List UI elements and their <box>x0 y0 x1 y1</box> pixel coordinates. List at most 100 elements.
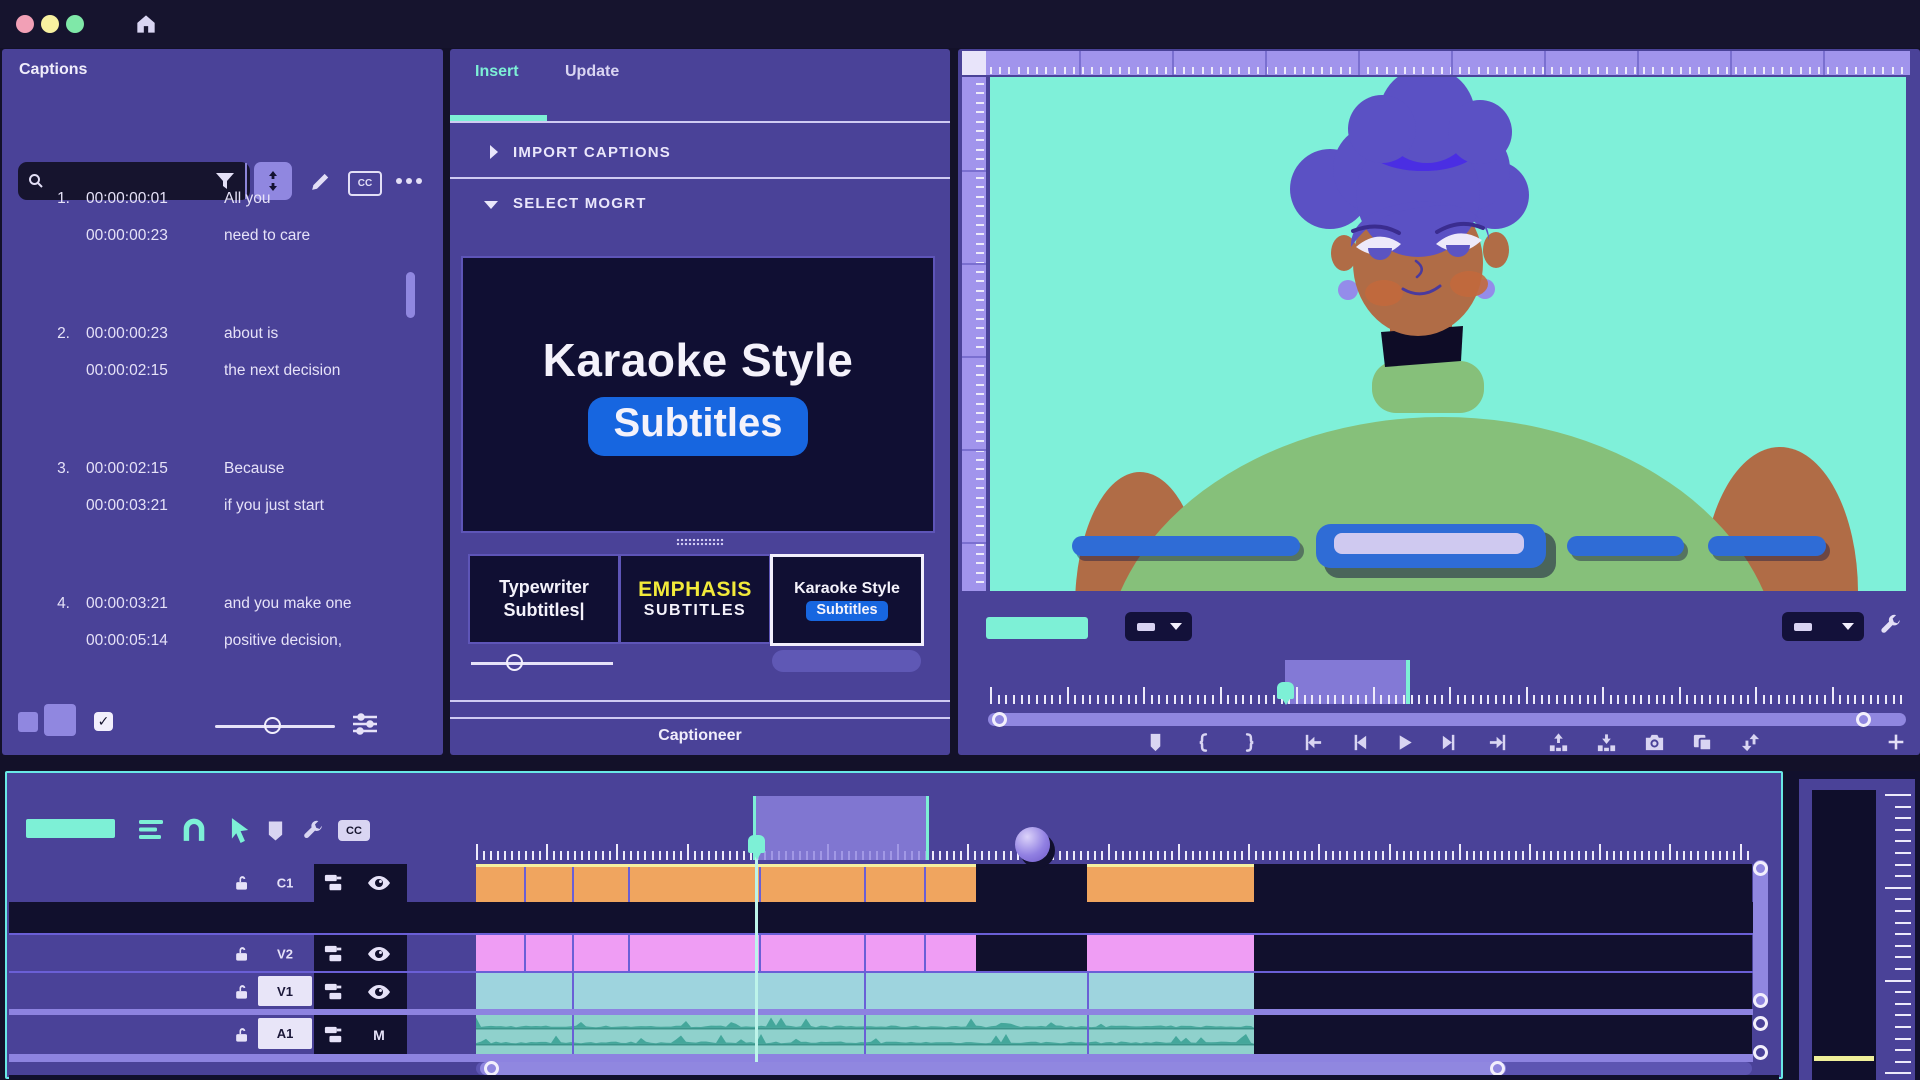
clip-V2[interactable] <box>1087 935 1254 973</box>
display-mode-dropdown[interactable] <box>1782 612 1864 641</box>
clip-divider <box>864 973 866 1011</box>
zoom-button[interactable] <box>66 15 84 33</box>
clip-divider <box>572 867 574 902</box>
playhead-grab-handle[interactable] <box>1015 827 1050 862</box>
clip-A1[interactable] <box>476 1015 1254 1054</box>
playhead-line[interactable] <box>755 845 758 1062</box>
work-area-region[interactable] <box>753 796 929 860</box>
timeline-hscroll-thumb[interactable] <box>480 1062 1506 1075</box>
work-area-end-line[interactable] <box>926 796 929 860</box>
track-label-V1[interactable]: V1 <box>258 976 312 1006</box>
footer-divider-1 <box>450 700 950 702</box>
source-patch-icon[interactable] <box>322 981 346 1003</box>
add-button-icon[interactable] <box>1884 730 1908 754</box>
monitor-mini-timeline[interactable] <box>988 660 1906 704</box>
mogrt-thumbnail-emphasis[interactable]: EMPHASIS SUBTITLES <box>619 554 771 644</box>
caption-settings-sliders-icon[interactable] <box>352 713 378 735</box>
caption-text-line1: Because <box>224 460 284 478</box>
track-label-C1[interactable]: C1 <box>277 876 294 891</box>
track-label-A1[interactable]: A1 <box>258 1018 312 1049</box>
vscroll-bottom-handle[interactable] <box>1753 993 1768 1008</box>
caption-list-scrollbar[interactable] <box>406 272 415 318</box>
caption-size-small-button[interactable] <box>18 712 38 732</box>
lock-icon[interactable] <box>231 1024 253 1046</box>
monitor-scrollbar-right-handle[interactable] <box>1856 712 1871 727</box>
minimize-button[interactable] <box>41 15 59 33</box>
monitor-scrollbar[interactable] <box>988 713 1906 726</box>
playback-resolution-dropdown[interactable] <box>1125 612 1192 641</box>
clip-divider <box>1087 1015 1089 1054</box>
lock-icon[interactable] <box>231 872 253 894</box>
clip-C1[interactable] <box>1087 864 1254 902</box>
clip-C1[interactable] <box>476 864 976 902</box>
export-frame-button[interactable] <box>1642 730 1666 754</box>
lock-icon[interactable] <box>231 943 253 965</box>
clip-V1[interactable] <box>476 973 1254 1011</box>
close-button[interactable] <box>16 15 34 33</box>
track-resize-handle-1[interactable] <box>1753 1016 1768 1031</box>
mark-out-button[interactable] <box>1237 730 1261 754</box>
go-to-out-button[interactable] <box>1486 730 1510 754</box>
mini-ruler-ticks <box>988 660 1906 704</box>
settings-wrench-icon[interactable] <box>1876 612 1904 640</box>
clip-divider <box>759 935 761 973</box>
import-captions-section[interactable]: IMPORT CAPTIONS <box>513 144 671 161</box>
mark-in-icon <box>1192 731 1215 754</box>
tab-update[interactable]: Update <box>565 63 619 81</box>
thumbnail-scrollbar[interactable] <box>772 650 921 672</box>
play-button[interactable] <box>1392 730 1416 754</box>
monitor-scrollbar-left-handle[interactable] <box>992 712 1007 727</box>
audio-meter-scale <box>1883 790 1913 1080</box>
home-icon[interactable] <box>132 10 160 38</box>
clip-divider <box>572 1015 574 1054</box>
hscroll-left-handle[interactable] <box>484 1061 499 1076</box>
vscroll-top-handle[interactable] <box>1753 861 1768 876</box>
tab-insert[interactable]: Insert <box>475 63 519 81</box>
mark-out-icon <box>1238 731 1261 754</box>
premiere-captioneer-window: { "colors": { "accent_teal": "#7DF0D6", … <box>0 0 1920 1080</box>
track-output-eye-icon[interactable] <box>366 872 392 894</box>
lock-icon[interactable] <box>231 981 253 1003</box>
toggle-proxies-button[interactable] <box>1738 730 1762 754</box>
mark-in-button[interactable] <box>1191 730 1215 754</box>
clip-V2[interactable] <box>476 935 976 973</box>
caption-row[interactable]: 2.00:00:00:2300:00:02:15about isthe next… <box>2 325 422 401</box>
caption-zoom-slider-knob[interactable] <box>264 717 281 734</box>
add-marker-button[interactable] <box>1143 730 1167 754</box>
comparison-view-button[interactable] <box>1690 730 1714 754</box>
source-patch-icon[interactable] <box>322 1024 346 1046</box>
clip-divider <box>924 935 926 973</box>
track-row-C1: C1 <box>9 864 1753 902</box>
caption-row[interactable]: 3.00:00:02:1500:00:03:21Becauseif you ju… <box>2 460 422 536</box>
go-to-in-button[interactable] <box>1300 730 1324 754</box>
thumbnail-zoom-slider[interactable] <box>471 662 613 665</box>
source-patch-icon[interactable] <box>322 872 346 894</box>
track-label-V2[interactable]: V2 <box>277 947 293 962</box>
caption-start-timecode: 00:00:00:01 <box>86 190 168 208</box>
extract-button[interactable] <box>1594 730 1618 754</box>
caption-size-large-button[interactable] <box>44 704 76 736</box>
range-end-marker[interactable] <box>1406 660 1410 704</box>
track-mute-button[interactable]: M <box>366 1024 392 1046</box>
timeline-vscroll-thumb[interactable] <box>1753 860 1768 1008</box>
step-back-button[interactable] <box>1346 730 1370 754</box>
mogrt-thumbnail-typewriter[interactable]: Typewriter Subtitles| <box>468 554 620 644</box>
hscroll-right-handle[interactable] <box>1490 1061 1505 1076</box>
thumb1-line1: Typewriter <box>499 577 589 597</box>
thumbnail-zoom-knob[interactable] <box>506 654 523 671</box>
mogrt-thumbnail-karaoke[interactable]: Karaoke Style Subtitles <box>770 554 924 646</box>
resize-grip-dots[interactable] <box>676 538 724 546</box>
sync-checkbox[interactable]: ✓ <box>94 712 113 731</box>
track-output-eye-icon[interactable] <box>366 943 392 965</box>
caption-row[interactable]: 4.00:00:03:2100:00:05:14and you make one… <box>2 595 422 671</box>
caption-row[interactable]: 1.00:00:00:0100:00:00:23All youneed to c… <box>2 190 422 266</box>
select-mogrt-section[interactable]: SELECT MOGRT <box>513 195 647 212</box>
track-output-eye-icon[interactable] <box>366 981 392 1003</box>
lift-button[interactable] <box>1546 730 1570 754</box>
track-resize-handle-2[interactable] <box>1753 1045 1768 1060</box>
source-patch-icon[interactable] <box>322 943 346 965</box>
thumb2-line2: SUBTITLES <box>644 602 746 620</box>
audio-meter-zone <box>1786 771 1920 1080</box>
more-options-icon[interactable] <box>394 175 424 187</box>
step-forward-button[interactable] <box>1438 730 1462 754</box>
